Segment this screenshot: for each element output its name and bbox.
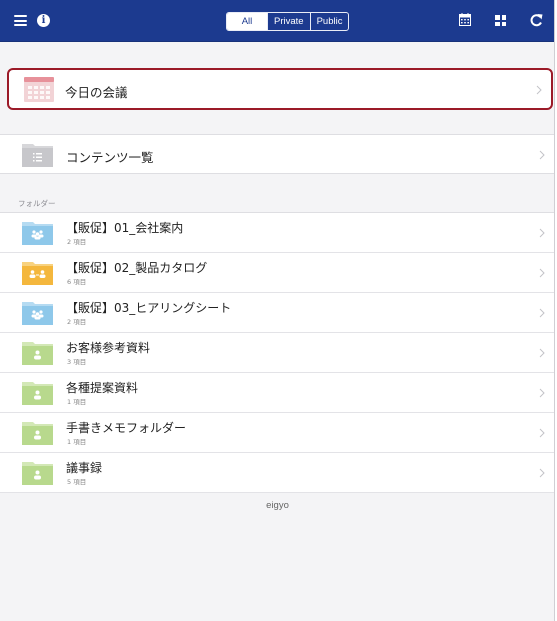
chevron-right-icon: [536, 85, 542, 95]
chevron-right-icon: [539, 150, 545, 160]
folder-title: 手書きメモフォルダー: [66, 421, 187, 435]
folder-item[interactable]: 【販促】01_会社案内 2 項目: [0, 213, 554, 253]
chevron-right-icon: [539, 468, 545, 478]
shared-folder-icon: [22, 262, 53, 285]
folder-item[interactable]: 【販促】02_製品カタログ 6 項目: [0, 253, 554, 293]
folder-item-count: 6 項目: [67, 278, 87, 286]
grid-icon[interactable]: [495, 15, 506, 26]
account-name: eigyo: [266, 500, 289, 511]
folder-item[interactable]: 手書きメモフォルダー 1 項目: [0, 413, 554, 453]
top-bar: i All Private Public: [0, 0, 554, 42]
folder-title: お客様参考資料: [66, 341, 151, 355]
folder-item-count: 5 項目: [67, 478, 87, 486]
chevron-right-icon: [539, 268, 545, 278]
today-meeting-row[interactable]: 今日の会議: [7, 68, 553, 110]
chevron-right-icon: [539, 228, 545, 238]
personal-folder-icon: [22, 342, 53, 365]
folder-title: 【販促】02_製品カタログ: [66, 261, 208, 275]
folder-item[interactable]: 議事録 5 項目: [0, 453, 554, 493]
content-list-row[interactable]: コンテンツ一覧: [0, 134, 554, 174]
calendar-icon: [24, 77, 54, 102]
shared-folder-icon: [22, 302, 53, 325]
folder-title: 【販促】03_ヒアリングシート: [66, 301, 232, 315]
chevron-right-icon: [539, 388, 545, 398]
list-folder-icon: [22, 144, 53, 167]
chevron-right-icon: [539, 308, 545, 318]
segment-public[interactable]: Public: [309, 13, 349, 30]
folder-item[interactable]: お客様参考資料 3 項目: [0, 333, 554, 373]
chevron-right-icon: [539, 348, 545, 358]
folder-item-count: 3 項目: [67, 358, 87, 366]
personal-folder-icon: [22, 382, 53, 405]
folder-item-count: 2 項目: [67, 238, 87, 246]
folders-section-header: フォルダー: [18, 199, 56, 208]
folder-title: 議事録: [66, 461, 103, 475]
segment-private[interactable]: Private: [267, 13, 310, 30]
folder-item[interactable]: 【販促】03_ヒアリングシート 2 項目: [0, 293, 554, 333]
personal-folder-icon: [22, 462, 53, 485]
shared-folder-icon: [22, 222, 53, 245]
app-frame: i All Private Public 今日の会議 コンテンツ一覧 フォルダー…: [0, 0, 555, 621]
folder-list: 【販促】01_会社案内 2 項目 【販促】02_製品カタログ 6 項目 【販促】…: [0, 212, 554, 493]
personal-folder-icon: [22, 422, 53, 445]
folder-item-count: 1 項目: [67, 438, 87, 446]
calendar-icon[interactable]: [459, 13, 471, 26]
menu-icon[interactable]: [14, 15, 27, 26]
info-icon[interactable]: i: [37, 14, 50, 27]
content-list-label: コンテンツ一覧: [66, 150, 154, 165]
chevron-right-icon: [539, 428, 545, 438]
segment-all[interactable]: All: [227, 13, 267, 30]
folder-item-count: 2 項目: [67, 318, 87, 326]
today-meeting-label: 今日の会議: [65, 85, 128, 100]
filter-segmented-control: All Private Public: [226, 12, 350, 31]
folder-title: 【販促】01_会社案内: [66, 221, 184, 235]
refresh-icon[interactable]: [530, 13, 543, 27]
folder-item-count: 1 項目: [67, 398, 87, 406]
folder-item[interactable]: 各種提案資料 1 項目: [0, 373, 554, 413]
folder-title: 各種提案資料: [66, 381, 139, 395]
